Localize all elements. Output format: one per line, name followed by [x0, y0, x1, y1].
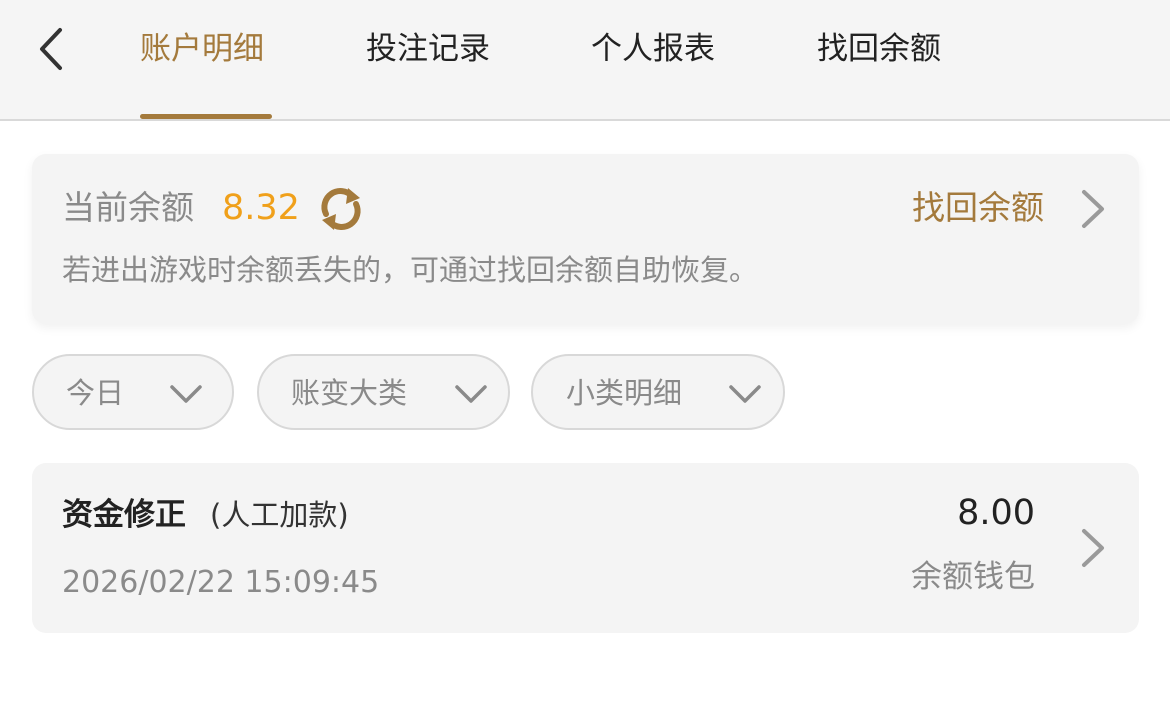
date-filter-dropdown[interactable]: 今日: [32, 354, 234, 430]
tab-bet-records[interactable]: 投注记录: [366, 26, 490, 121]
record-amount: 8.00: [957, 493, 1035, 533]
recover-balance-label: 找回余额: [912, 188, 1044, 227]
chevron-right-icon: [1082, 190, 1104, 228]
record-title: 资金修正: [62, 497, 186, 533]
chevron-left-icon: [40, 28, 62, 70]
balance-label: 当前余额: [62, 188, 194, 227]
back-button[interactable]: [30, 24, 74, 74]
date-filter-label: 今日: [66, 376, 125, 410]
transaction-record[interactable]: 资金修正 (人工加款) 2026/02/22 15:09:45 8.00 余额钱…: [32, 463, 1139, 633]
chevron-down-icon: [455, 385, 487, 403]
subcategory-filter-dropdown[interactable]: 小类明细: [531, 354, 785, 430]
recover-balance-link[interactable]: 找回余额: [912, 184, 1112, 234]
subcategory-filter-label: 小类明细: [566, 376, 683, 410]
refresh-icon[interactable]: [316, 184, 366, 234]
record-subtitle: (人工加款): [210, 498, 349, 532]
balance-card: 当前余额 8.32 找回余额 若进出游戏时余额丢失的，可通过找回余额自助恢复。: [32, 154, 1139, 324]
record-wallet: 余额钱包: [911, 559, 1035, 595]
tab-personal-report[interactable]: 个人报表: [591, 26, 715, 121]
balance-hint: 若进出游戏时余额丢失的，可通过找回余额自助恢复。: [62, 253, 759, 287]
top-navigation-bar: 账户明细 投注记录 个人报表 找回余额: [0, 0, 1170, 121]
chevron-down-icon: [729, 385, 761, 403]
chevron-right-icon: [1082, 529, 1104, 567]
category-filter-dropdown[interactable]: 账变大类: [257, 354, 510, 430]
tab-recover-balance[interactable]: 找回余额: [817, 26, 941, 121]
chevron-down-icon: [170, 385, 202, 403]
balance-value: 8.32: [222, 188, 300, 228]
active-tab-indicator: [140, 114, 272, 119]
category-filter-label: 账变大类: [291, 376, 408, 410]
tab-account-details[interactable]: 账户明细: [140, 26, 264, 121]
record-timestamp: 2026/02/22 15:09:45: [62, 565, 380, 600]
